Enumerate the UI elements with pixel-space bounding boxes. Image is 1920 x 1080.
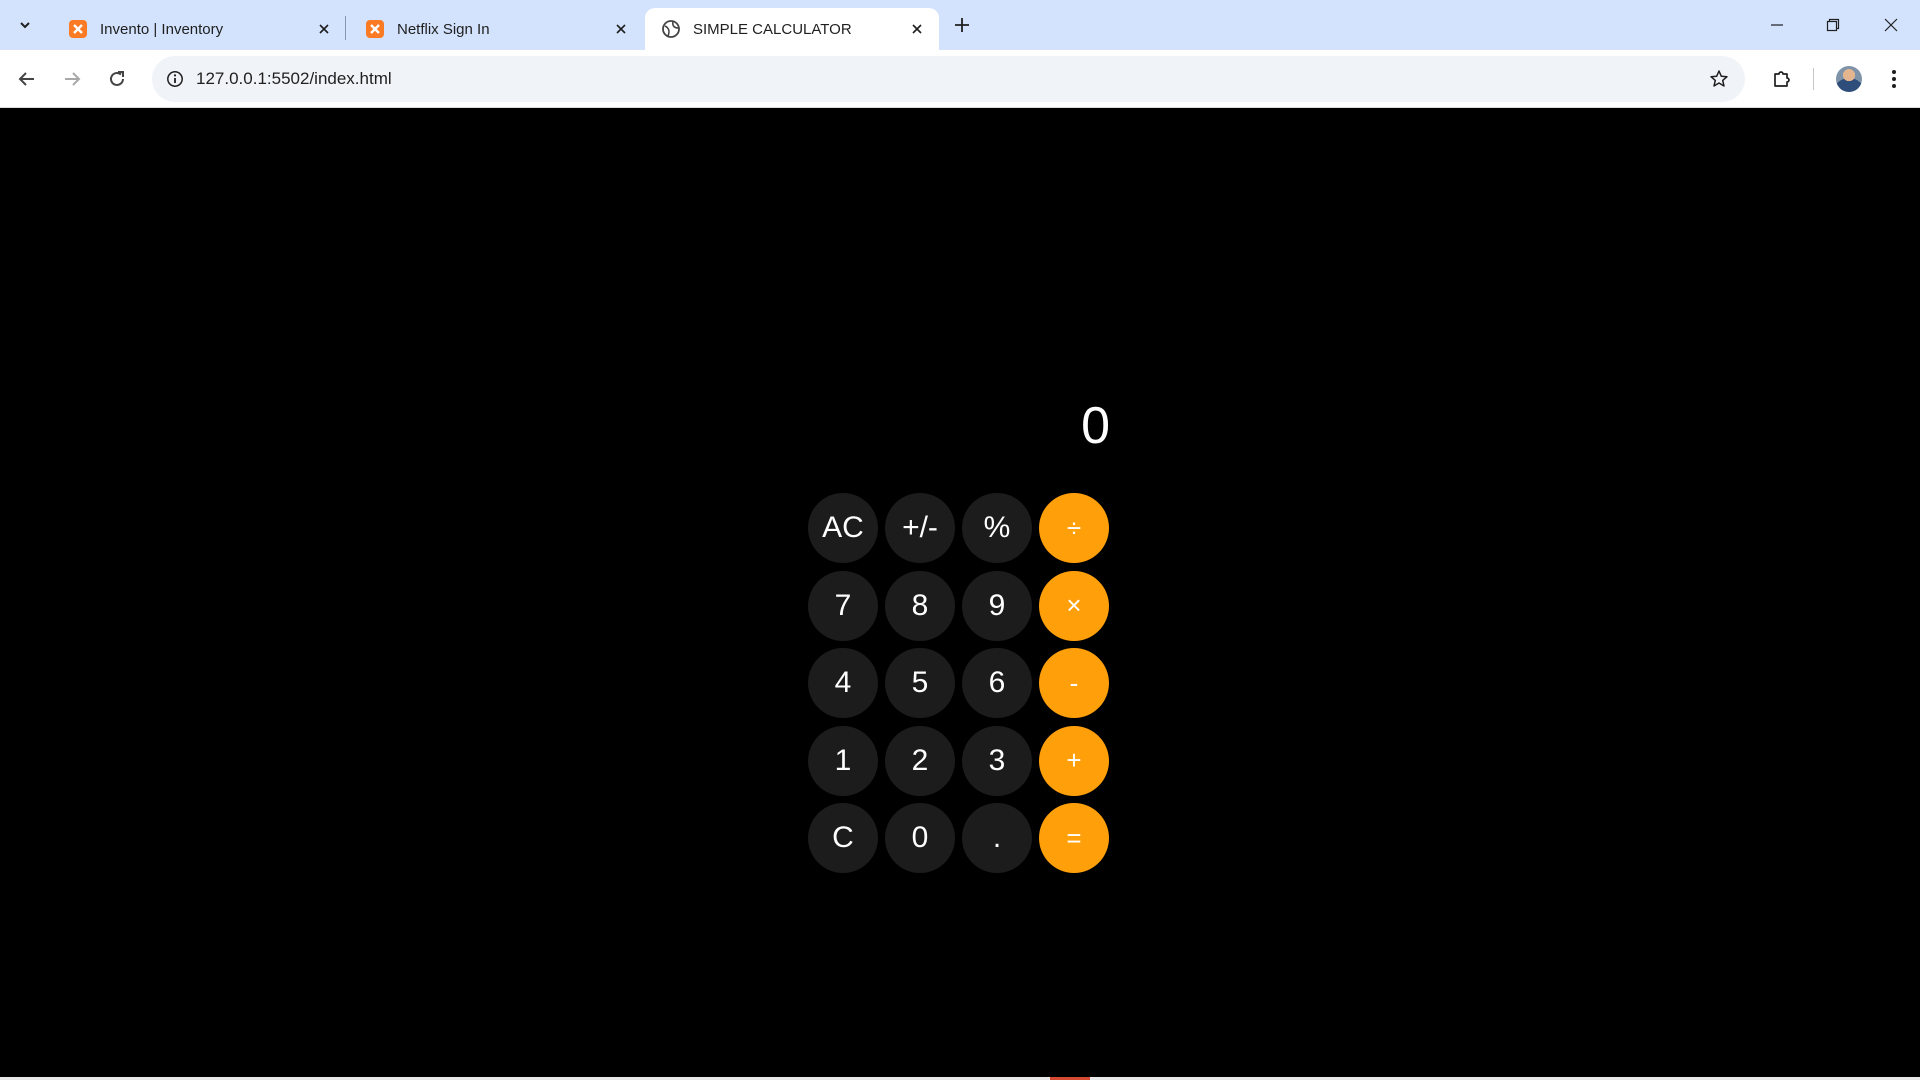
chevron-down-icon: [20, 22, 30, 29]
puzzle-icon: [1774, 71, 1790, 87]
page-content: 0 AC +/- % ÷ 7 8 9 × 4 5 6 - 1 2 3 + C 0…: [0, 108, 1920, 1080]
key-equals[interactable]: =: [1039, 803, 1109, 873]
plus-icon: [955, 18, 969, 32]
tab-netflix[interactable]: Netflix Sign In: [349, 8, 643, 50]
tab-separator: [345, 16, 346, 40]
key-plus-minus[interactable]: +/-: [885, 493, 955, 563]
reload-button[interactable]: [101, 63, 133, 95]
arrow-right-icon: [65, 72, 81, 86]
site-info-icon[interactable]: [161, 65, 189, 93]
key-percent[interactable]: %: [962, 493, 1032, 563]
key-5[interactable]: 5: [885, 648, 955, 718]
key-7[interactable]: 7: [808, 570, 878, 641]
bookmark-star-icon[interactable]: [1705, 65, 1733, 93]
toolbar-divider: [1813, 68, 1814, 90]
forward-button[interactable]: [56, 63, 88, 95]
arrow-left-icon: [18, 72, 34, 86]
key-decimal[interactable]: .: [962, 803, 1032, 873]
tab-title: Netflix Sign In: [397, 20, 490, 38]
close-icon: [1884, 18, 1898, 32]
more-vertical-icon: [1892, 70, 1896, 88]
url-text[interactable]: 127.0.0.1:5502/index.html: [196, 69, 392, 89]
avatar[interactable]: [1836, 66, 1862, 92]
tab-invento[interactable]: Invento | Inventory: [52, 8, 346, 50]
key-9[interactable]: 9: [962, 570, 1032, 641]
xampp-icon: [366, 20, 384, 38]
key-add[interactable]: +: [1039, 725, 1109, 796]
calculator-keypad: AC +/- % ÷ 7 8 9 × 4 5 6 - 1 2 3 + C 0 .…: [808, 493, 1109, 873]
tab-title: Invento | Inventory: [100, 20, 224, 38]
browser-toolbar: 127.0.0.1:5502/index.html: [0, 50, 1920, 108]
minimize-icon: [1771, 24, 1783, 26]
extensions-button[interactable]: [1766, 63, 1798, 95]
key-2[interactable]: 2: [885, 725, 955, 796]
menu-button[interactable]: [1878, 63, 1910, 95]
tab-strip: Invento | Inventory Netflix Sign In SIMP…: [0, 0, 1920, 50]
minimize-button[interactable]: [1749, 0, 1805, 50]
key-c[interactable]: C: [808, 803, 878, 873]
close-icon[interactable]: [905, 17, 929, 41]
key-divide[interactable]: ÷: [1039, 493, 1109, 563]
close-icon[interactable]: [312, 17, 336, 41]
address-bar[interactable]: 127.0.0.1:5502/index.html: [152, 56, 1745, 102]
key-subtract[interactable]: -: [1039, 648, 1109, 718]
tab-simple-calculator[interactable]: SIMPLE CALCULATOR: [645, 8, 939, 50]
xampp-icon: [69, 20, 87, 38]
new-tab-button[interactable]: [949, 12, 975, 38]
key-ac[interactable]: AC: [808, 493, 878, 563]
restore-icon: [1826, 18, 1840, 32]
close-window-button[interactable]: [1863, 0, 1919, 50]
key-0[interactable]: 0: [885, 803, 955, 873]
key-6[interactable]: 6: [962, 648, 1032, 718]
key-4[interactable]: 4: [808, 648, 878, 718]
calculator-display: 0: [1081, 397, 1110, 455]
reload-icon: [110, 71, 124, 86]
key-8[interactable]: 8: [885, 570, 955, 641]
key-3[interactable]: 3: [962, 725, 1032, 796]
restore-button[interactable]: [1805, 0, 1861, 50]
key-multiply[interactable]: ×: [1039, 570, 1109, 641]
back-button[interactable]: [11, 63, 43, 95]
tab-title: SIMPLE CALCULATOR: [693, 20, 852, 38]
close-icon[interactable]: [609, 17, 633, 41]
tab-search-button[interactable]: [8, 10, 42, 40]
key-1[interactable]: 1: [808, 725, 878, 796]
globe-icon: [662, 20, 680, 38]
